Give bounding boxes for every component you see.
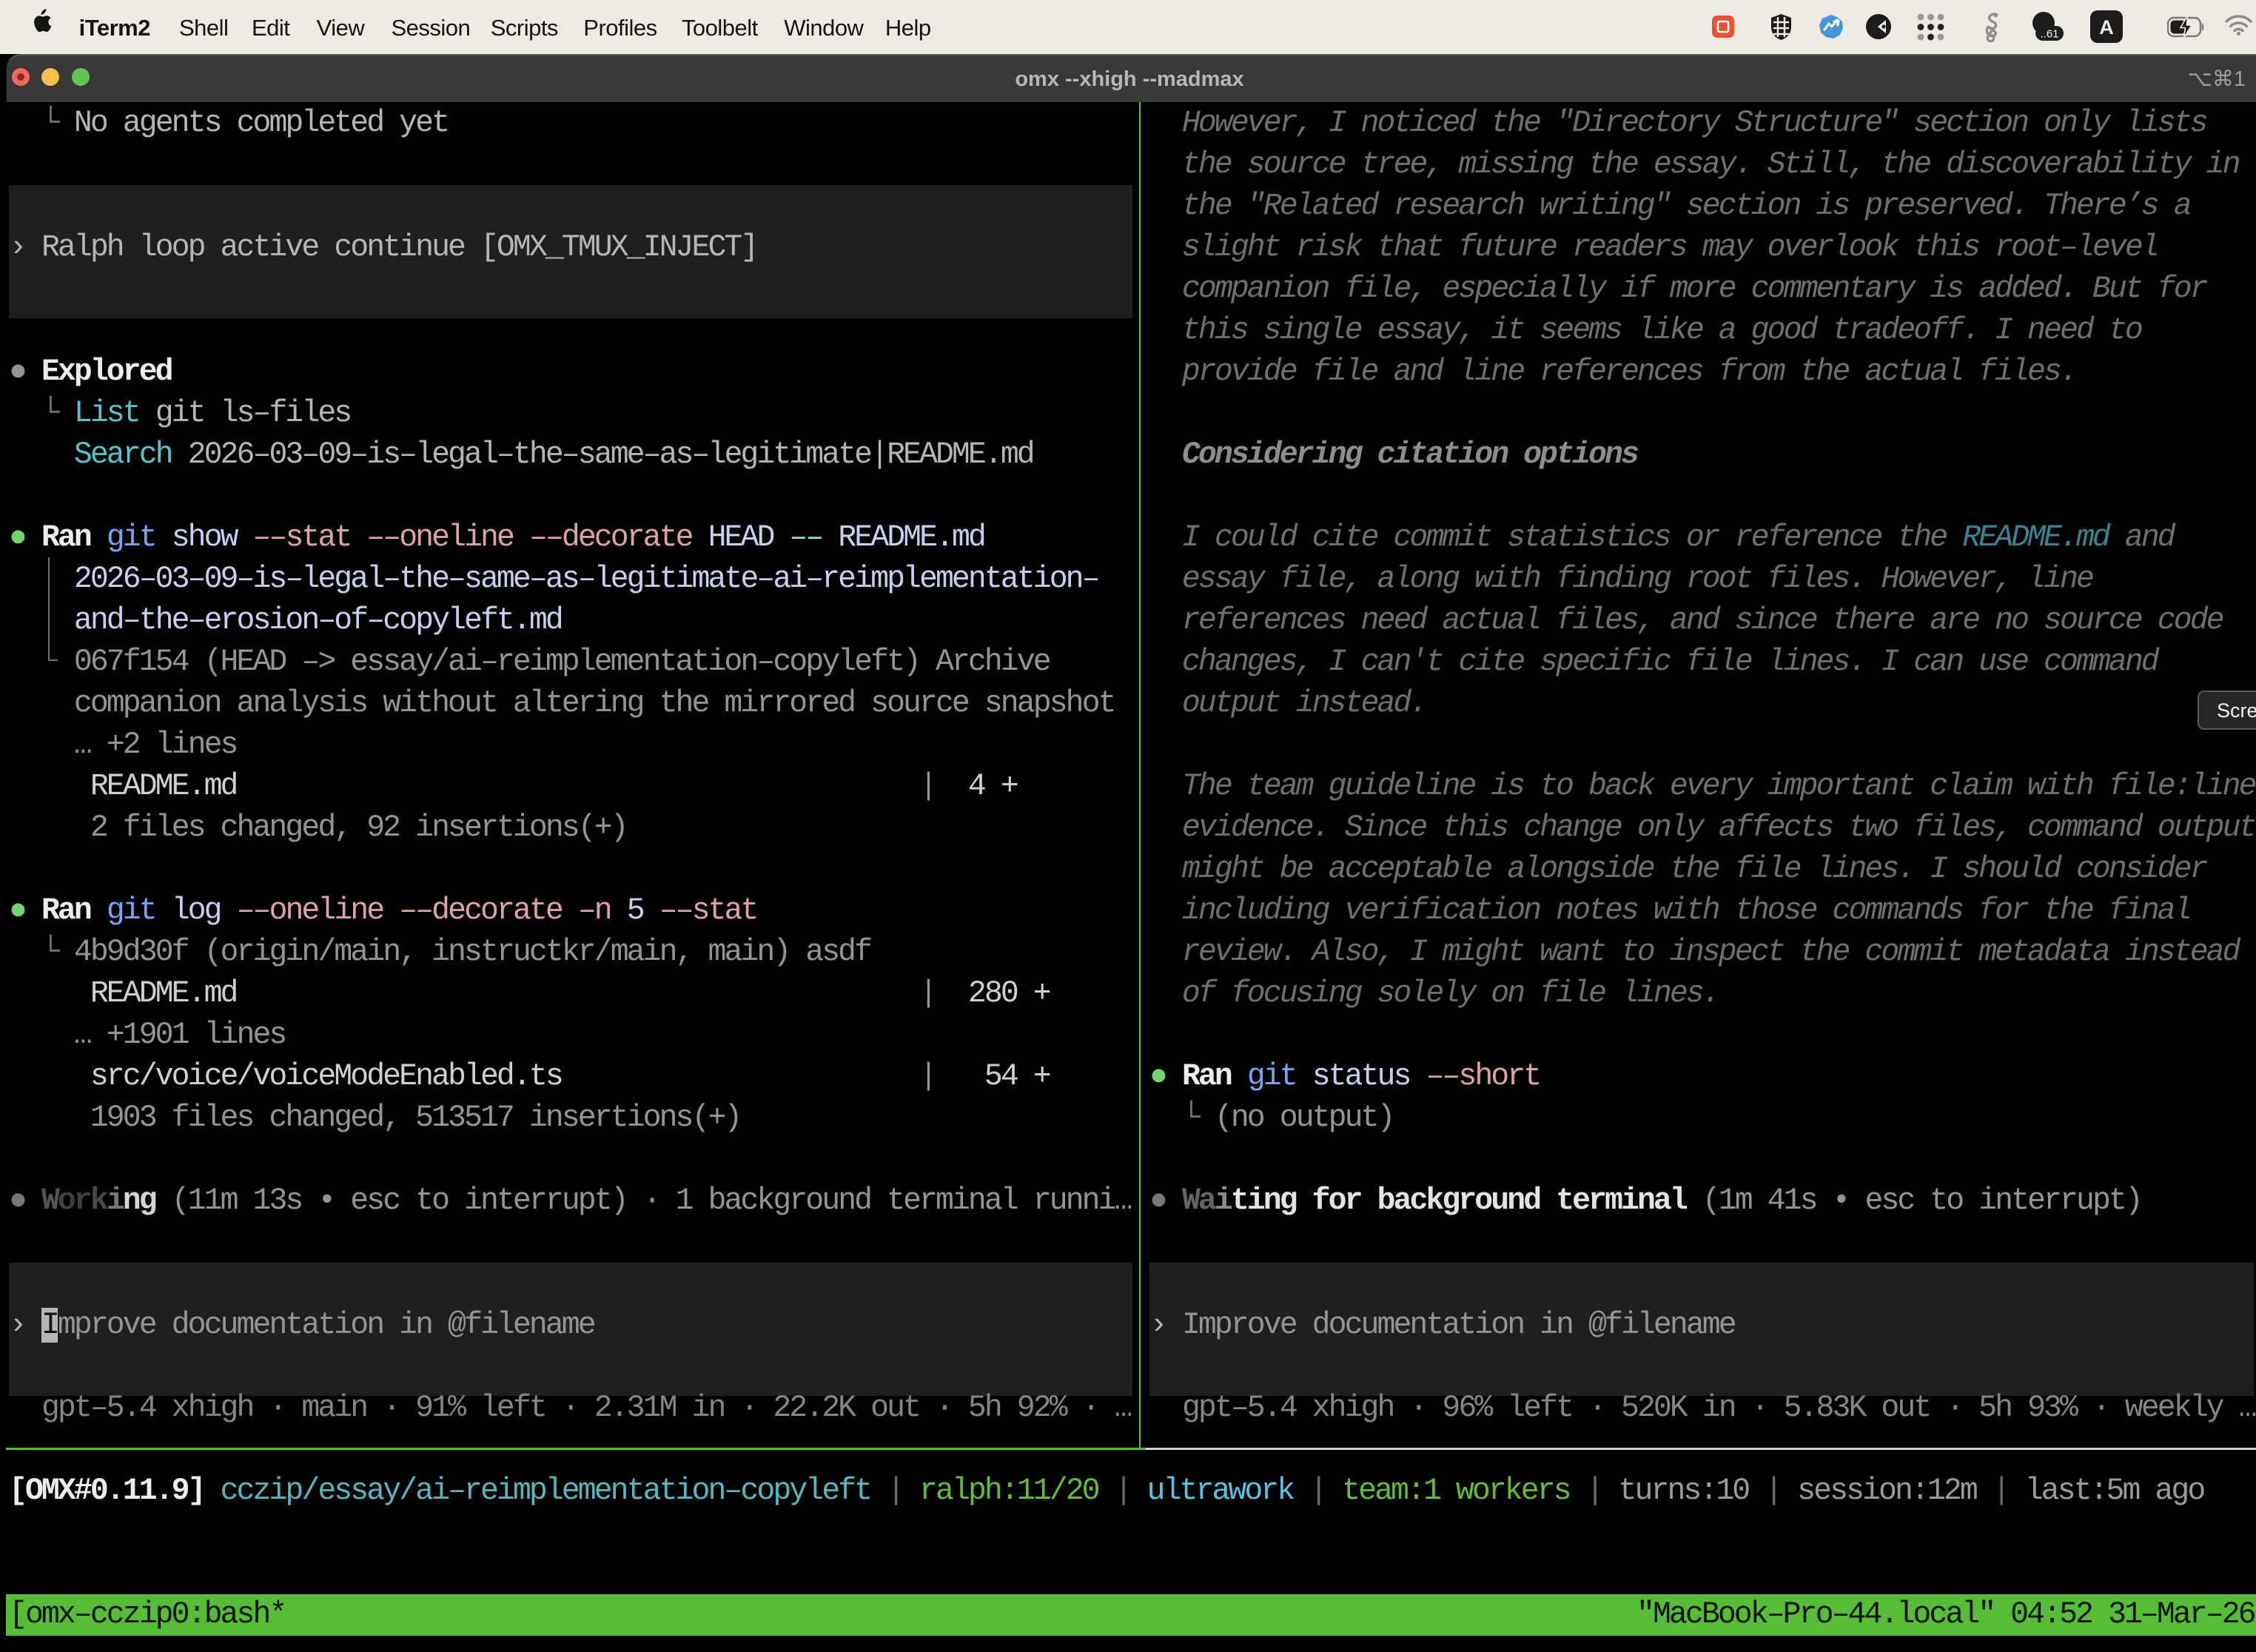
svg-text:A: A bbox=[2099, 16, 2114, 38]
svg-text:..61: ..61 bbox=[2040, 28, 2058, 41]
